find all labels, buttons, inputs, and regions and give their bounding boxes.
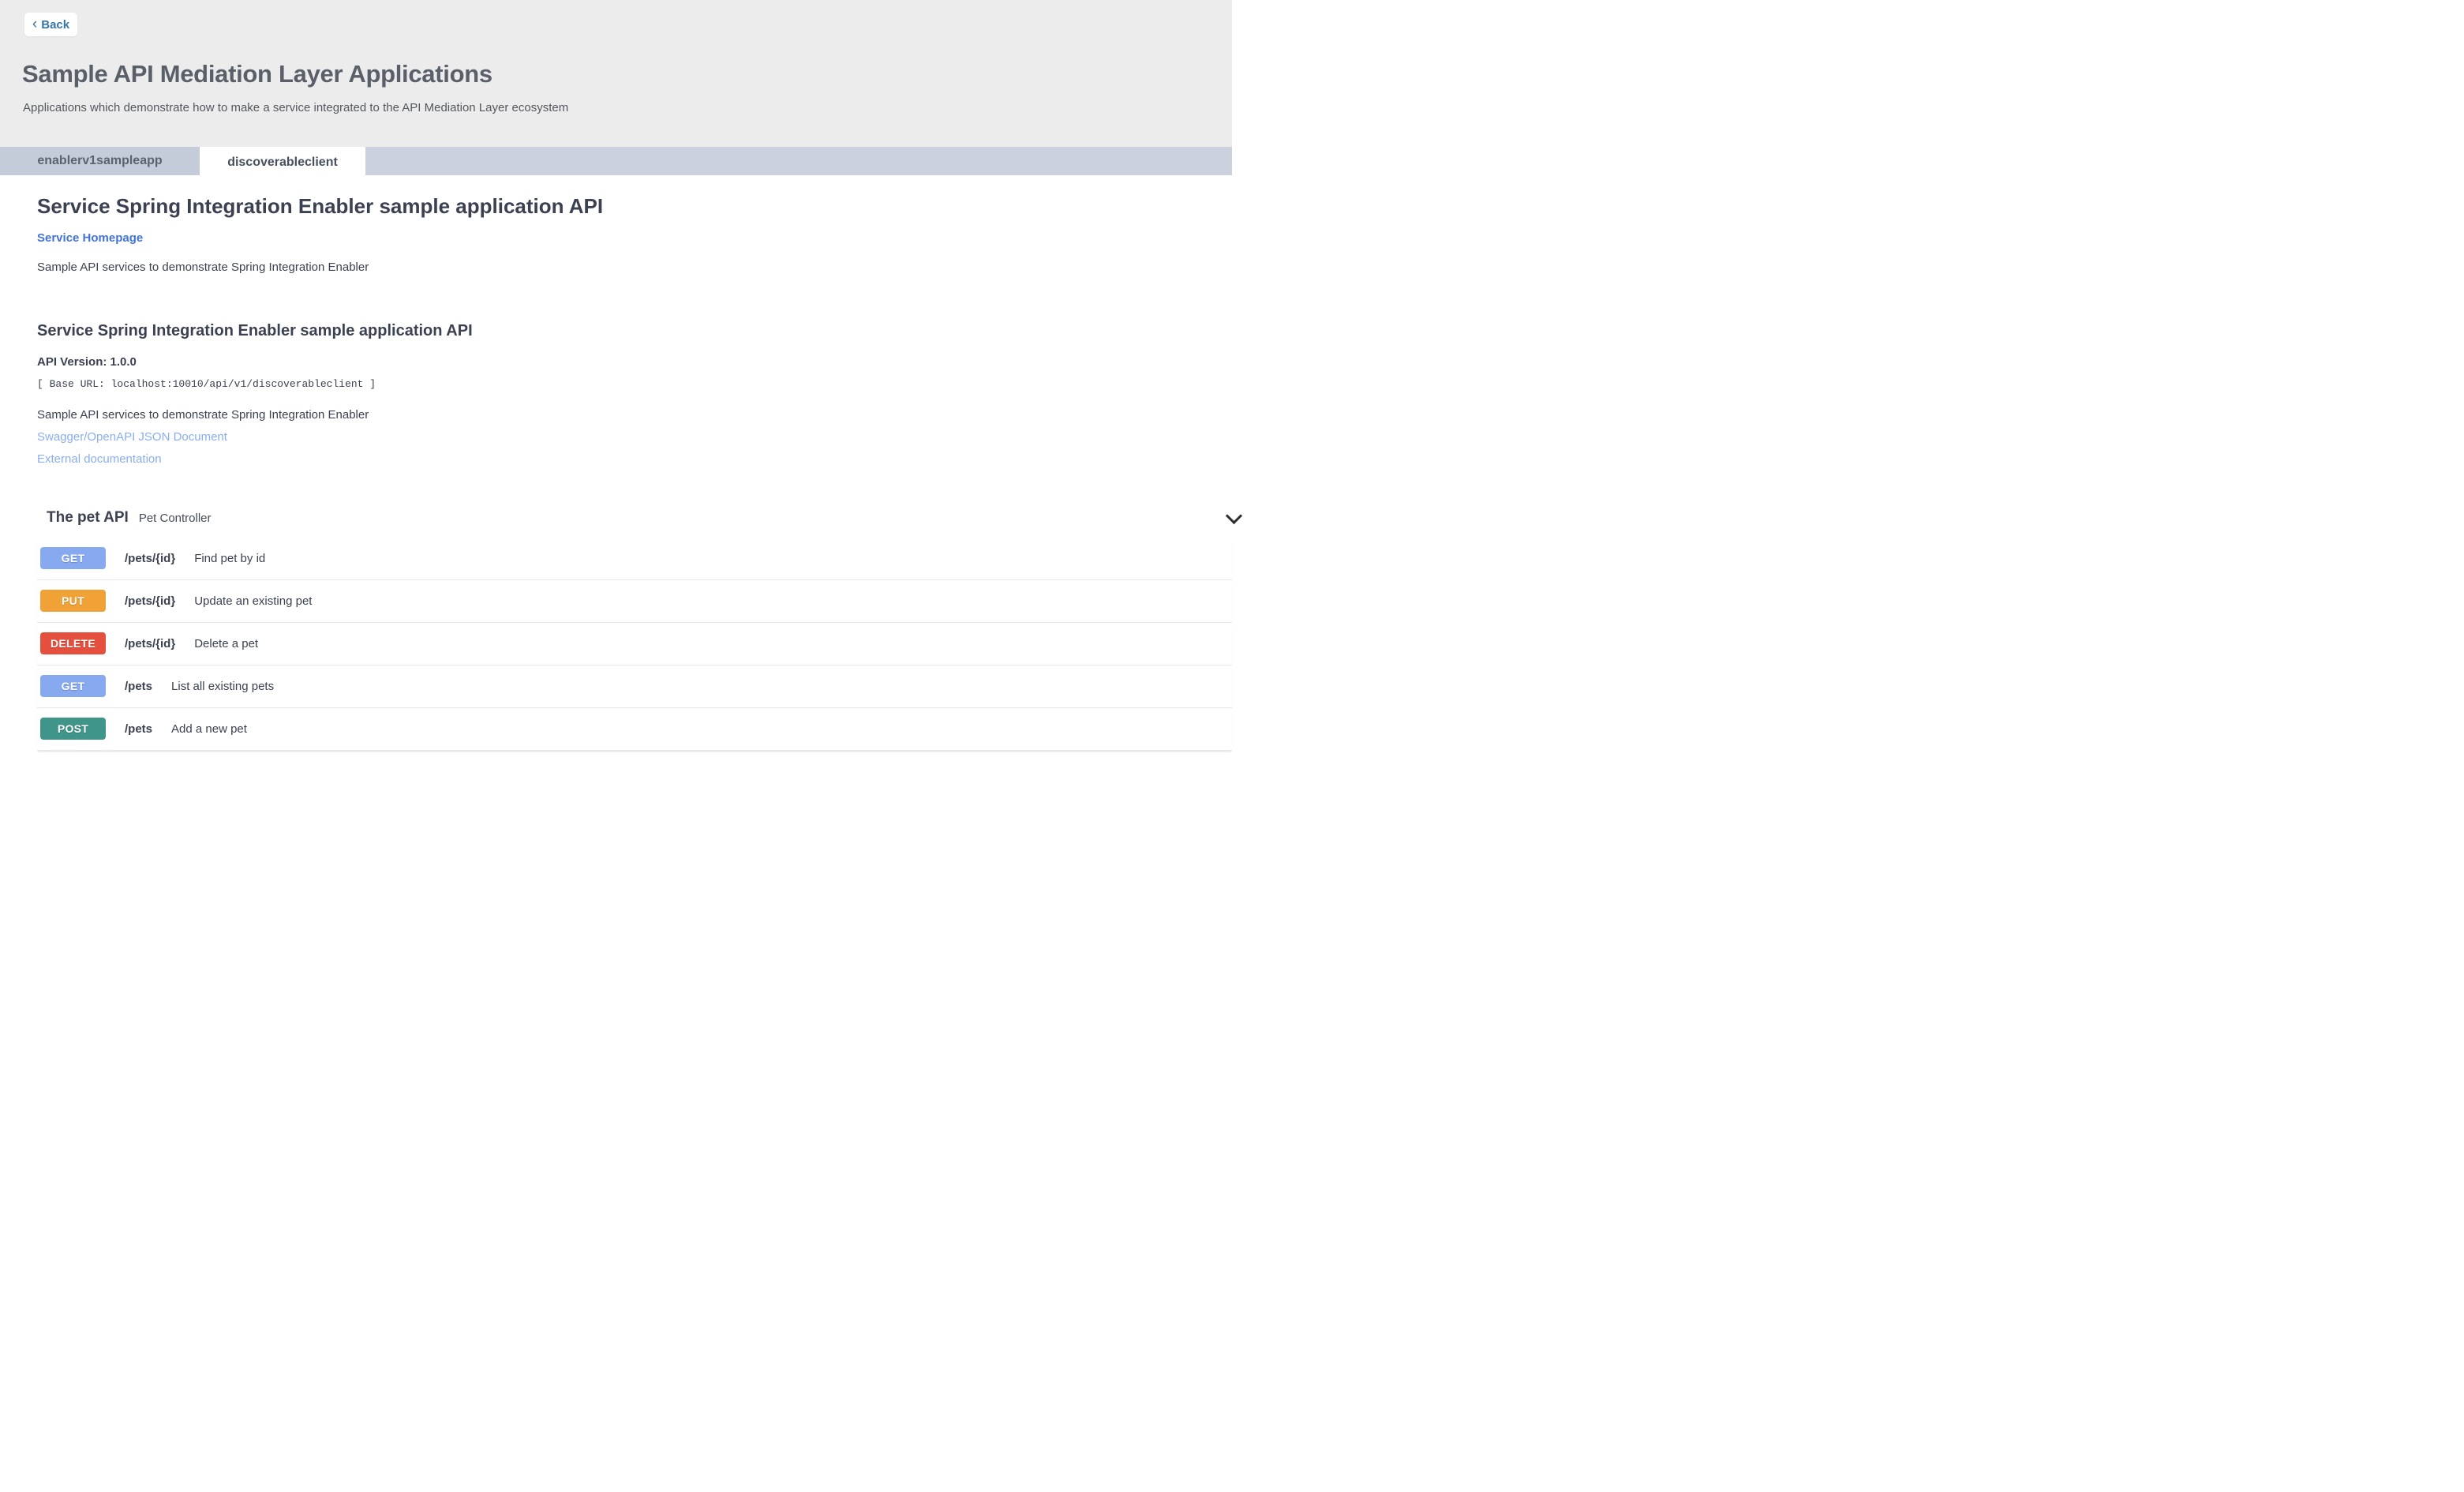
tab-bar: enablerv1sampleapp discoverableclient — [0, 147, 1232, 175]
service-homepage-link[interactable]: Service Homepage — [37, 231, 143, 245]
api-version: API Version: 1.0.0 — [37, 355, 1232, 369]
tab-enablerv1sampleapp[interactable]: enablerv1sampleapp — [0, 147, 200, 175]
api-doc-title: Service Spring Integration Enabler sampl… — [37, 321, 1232, 340]
page-header: ‹ Back Sample API Mediation Layer Applic… — [0, 0, 1232, 147]
operation-row[interactable]: PUT /pets/{id} Update an existing pet — [37, 580, 1232, 623]
operations-list: GET /pets/{id} Find pet by id PUT /pets/… — [37, 538, 1232, 751]
external-documentation-link[interactable]: External documentation — [37, 452, 1232, 466]
operation-path: /pets — [125, 722, 152, 736]
swagger-json-link[interactable]: Swagger/OpenAPI JSON Document — [37, 430, 1232, 444]
pet-api-section-subtitle: Pet Controller — [139, 512, 212, 525]
operation-path: /pets — [125, 680, 152, 693]
operation-summary: Find pet by id — [194, 552, 265, 565]
page-title: Sample API Mediation Layer Applications — [22, 61, 1232, 88]
pet-api-section-title: The pet API — [47, 509, 129, 527]
method-badge: GET — [40, 547, 106, 569]
operation-row[interactable]: GET /pets/{id} Find pet by id — [37, 538, 1232, 580]
tab-discoverableclient[interactable]: discoverableclient — [200, 147, 365, 178]
method-badge: GET — [40, 675, 106, 697]
service-title: Service Spring Integration Enabler sampl… — [37, 195, 1232, 219]
operation-path: /pets/{id} — [125, 594, 175, 608]
back-button[interactable]: ‹ Back — [24, 13, 77, 36]
service-detail-content: Service Spring Integration Enabler sampl… — [0, 175, 1232, 751]
method-badge: DELETE — [40, 632, 106, 654]
operation-summary: Add a new pet — [171, 722, 247, 736]
page-subtitle: Applications which demonstrate how to ma… — [23, 101, 1232, 114]
operation-row[interactable]: DELETE /pets/{id} Delete a pet — [37, 623, 1232, 665]
method-badge: PUT — [40, 590, 106, 612]
pet-api-section-header[interactable]: The pet API Pet Controller — [37, 509, 1232, 527]
chevron-left-icon: ‹ — [32, 17, 37, 32]
operation-summary: Update an existing pet — [194, 594, 312, 608]
operation-path: /pets/{id} — [125, 637, 175, 650]
operation-row[interactable]: POST /pets Add a new pet — [37, 708, 1232, 751]
base-url: [ Base URL: localhost:10010/api/v1/disco… — [37, 378, 1232, 390]
operation-path: /pets/{id} — [125, 552, 175, 565]
back-button-label: Back — [41, 18, 69, 32]
tab-label: enablerv1sampleapp — [37, 154, 162, 168]
method-badge: POST — [40, 718, 106, 740]
chevron-down-icon[interactable] — [1226, 508, 1242, 524]
operation-summary: List all existing pets — [171, 680, 274, 693]
service-description: Sample API services to demonstrate Sprin… — [37, 261, 1232, 274]
tab-label: discoverableclient — [227, 156, 338, 170]
pet-api-section: The pet API Pet Controller GET /pets/{id… — [37, 509, 1232, 751]
operation-row[interactable]: GET /pets List all existing pets — [37, 665, 1232, 708]
operation-summary: Delete a pet — [194, 637, 258, 650]
api-doc-description: Sample API services to demonstrate Sprin… — [37, 408, 1232, 422]
